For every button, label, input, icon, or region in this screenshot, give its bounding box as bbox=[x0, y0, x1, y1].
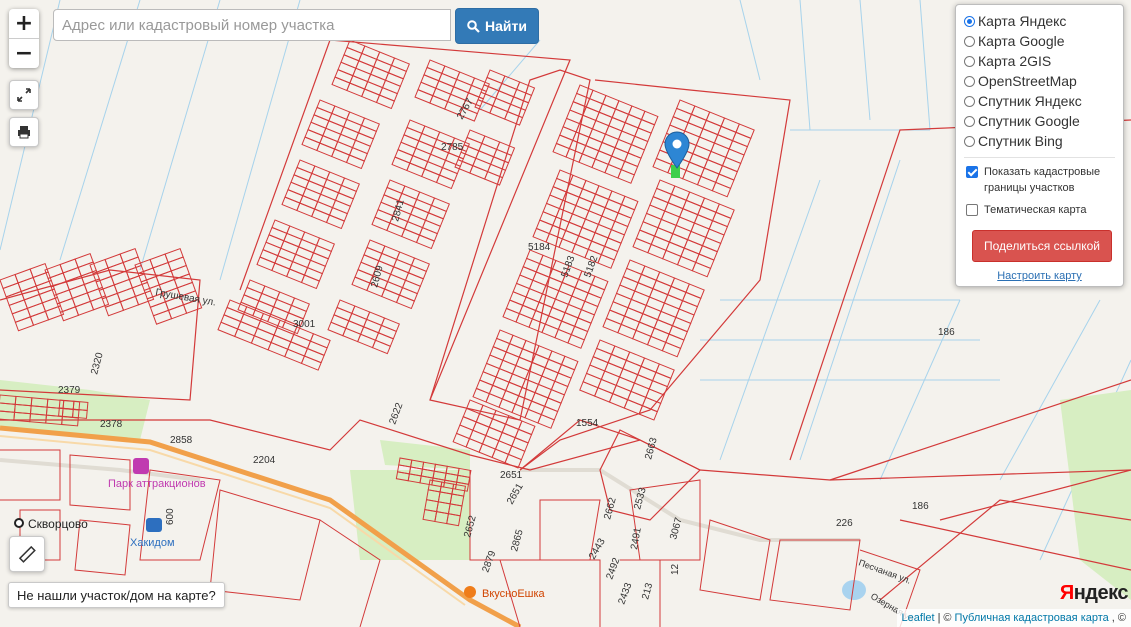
print-button[interactable] bbox=[9, 117, 39, 147]
basemap-option-4[interactable]: Спутник Яндекс bbox=[964, 91, 1115, 111]
thematic-label: Тематическая карта bbox=[984, 204, 1087, 216]
basemap-radio[interactable] bbox=[964, 135, 975, 147]
show-borders-option[interactable]: Показать кадастровые границы участков bbox=[964, 164, 1115, 196]
basemap-label: OpenStreetMap bbox=[978, 73, 1077, 89]
parcel-number-label: 1554 bbox=[576, 418, 599, 429]
search-input[interactable] bbox=[53, 9, 451, 41]
yandex-logo: Яндекс bbox=[1059, 582, 1129, 604]
basemap-radio[interactable] bbox=[964, 55, 975, 67]
hakidom-poi-icon bbox=[146, 518, 162, 532]
show-borders-checkbox[interactable] bbox=[966, 166, 978, 178]
parcel-number-label: 2379 bbox=[58, 385, 81, 396]
parcel-number-label: 2785 bbox=[441, 142, 464, 153]
place-park: Парк аттракционов bbox=[108, 478, 206, 490]
search-icon bbox=[467, 19, 480, 33]
not-found-button[interactable]: Не нашли участок/дом на карте? bbox=[8, 582, 225, 608]
parcel-number-label: 186 bbox=[912, 501, 929, 512]
basemap-radio[interactable] bbox=[964, 75, 975, 87]
pkk-link[interactable]: Публичная кадастровая карта bbox=[955, 612, 1109, 624]
parcel-number-label: 600 bbox=[165, 508, 176, 525]
parcel-number-label: 3001 bbox=[293, 319, 316, 330]
basemap-label: Спутник Google bbox=[978, 113, 1080, 129]
attribution-bar: Leaflet | © Публичная кадастровая карта … bbox=[896, 609, 1131, 627]
basemap-option-2[interactable]: Карта 2GIS bbox=[964, 51, 1115, 71]
basemap-option-6[interactable]: Спутник Bing bbox=[964, 131, 1115, 151]
find-button[interactable]: Найти bbox=[455, 8, 539, 44]
parcel-number-label: 12 bbox=[670, 563, 681, 575]
zoom-in-button[interactable]: + bbox=[9, 9, 39, 39]
basemap-label: Спутник Яндекс bbox=[978, 93, 1082, 109]
ruler-icon bbox=[18, 545, 36, 563]
find-button-label: Найти bbox=[485, 18, 527, 34]
parcel-number-label: 2858 bbox=[170, 435, 193, 446]
printer-icon bbox=[18, 126, 30, 139]
village-dot-icon bbox=[14, 518, 24, 528]
settings-link[interactable]: Настроить карту bbox=[964, 270, 1115, 282]
basemap-option-0[interactable]: Карта Яндекс bbox=[964, 11, 1115, 31]
expand-icon bbox=[17, 88, 31, 102]
place-vkusno: ВкусноЕшка bbox=[482, 588, 546, 600]
parcel-number-label: 2651 bbox=[500, 470, 523, 481]
parcel-number-label: 2204 bbox=[253, 455, 276, 466]
basemap-radio[interactable] bbox=[964, 95, 975, 107]
zoom-control: + − bbox=[9, 9, 39, 68]
share-link-button[interactable]: Поделиться ссылкой bbox=[972, 230, 1112, 262]
basemap-radio[interactable] bbox=[964, 15, 975, 27]
food-poi-icon bbox=[464, 586, 476, 598]
layers-panel: Карта Яндекс Карта Google Карта 2GIS OpenSt… bbox=[955, 4, 1124, 287]
zoom-out-button[interactable]: − bbox=[9, 39, 39, 68]
basemap-label: Карта Яндекс bbox=[978, 13, 1067, 29]
place-hakidom: Хакидом bbox=[130, 537, 175, 549]
basemap-label: Карта 2GIS bbox=[978, 53, 1052, 69]
parcel-number-label: 5184 bbox=[528, 242, 551, 253]
basemap-label: Карта Google bbox=[978, 33, 1065, 49]
parcel-number-label: 226 bbox=[836, 518, 853, 529]
parcel-number-label: 2378 bbox=[100, 419, 123, 430]
ruler-button[interactable] bbox=[9, 536, 45, 572]
basemap-option-3[interactable]: OpenStreetMap bbox=[964, 71, 1115, 91]
leaflet-link[interactable]: Leaflet bbox=[902, 612, 935, 624]
basemap-radio[interactable] bbox=[964, 115, 975, 127]
park-poi-icon bbox=[133, 458, 149, 474]
basemap-radio[interactable] bbox=[964, 35, 975, 47]
fullscreen-button[interactable] bbox=[9, 80, 39, 110]
thematic-checkbox[interactable] bbox=[966, 204, 978, 216]
show-borders-label: Показать кадастровые границы участков bbox=[984, 166, 1101, 194]
basemap-option-1[interactable]: Карта Google bbox=[964, 31, 1115, 51]
thematic-option[interactable]: Тематическая карта bbox=[964, 202, 1115, 218]
place-skvortsovo: Скворцово bbox=[28, 517, 88, 531]
basemap-option-5[interactable]: Спутник Google bbox=[964, 111, 1115, 131]
basemap-options: Карта Яндекс Карта Google Карта 2GIS OpenSt… bbox=[964, 11, 1115, 151]
basemap-label: Спутник Bing bbox=[978, 133, 1063, 149]
parcel-number-label: 186 bbox=[938, 327, 955, 338]
